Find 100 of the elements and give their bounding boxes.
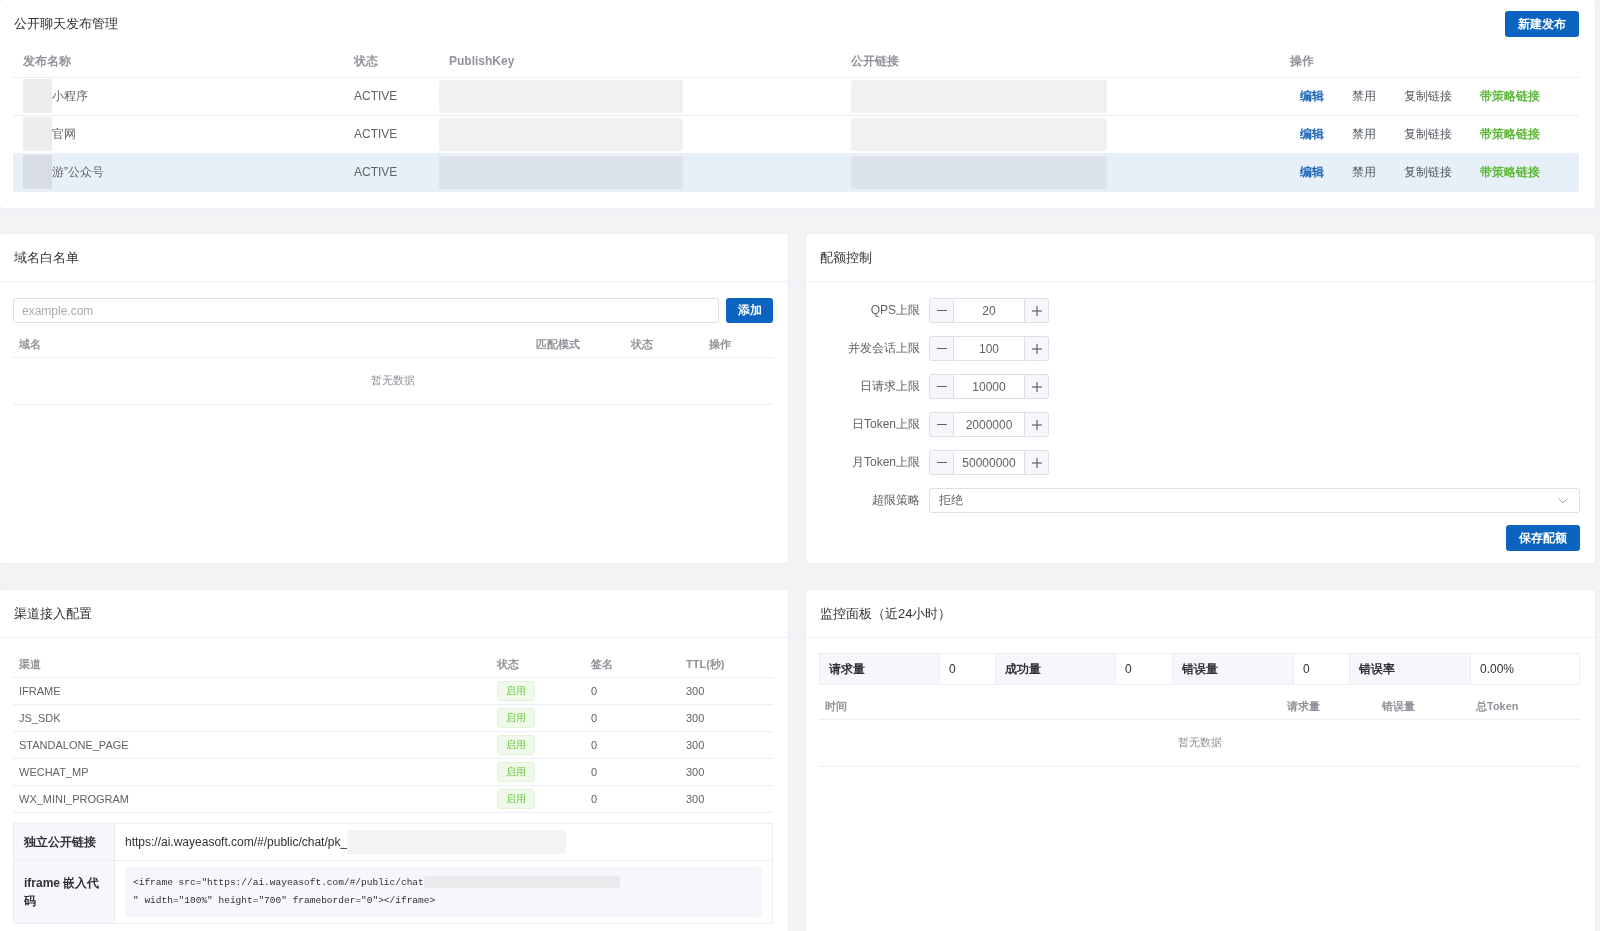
column-header: 渠道: [13, 653, 491, 677]
status-tag: 启用: [497, 680, 535, 701]
minus-icon: [936, 423, 947, 426]
column-header: 总Token: [1470, 695, 1580, 719]
action-link[interactable]: 禁用: [1352, 125, 1376, 143]
field-label: QPS上限: [869, 302, 920, 319]
table-row[interactable]: 游”公众号 ACTIVE 编辑 禁用 复制链接 带策略链接: [13, 153, 1579, 191]
number-field[interactable]: 2000000: [954, 412, 1024, 437]
publish-name: 游”公众号: [52, 163, 104, 181]
column-header: 错误量: [1376, 695, 1470, 719]
action-link[interactable]: 复制链接: [1404, 163, 1452, 181]
policy-select[interactable]: 拒绝: [929, 488, 1580, 513]
panel-title: 渠道接入配置: [14, 604, 92, 623]
action-link[interactable]: 复制链接: [1404, 87, 1452, 105]
channel-name: WECHAT_MP: [19, 765, 89, 778]
signature-count: 0: [591, 765, 598, 778]
minus-icon: [936, 309, 947, 312]
action-link[interactable]: 编辑: [1300, 87, 1324, 105]
code-text: <iframe src="https://ai.wayeasoft.com/#/public/chat: [133, 876, 424, 888]
plus-icon: [1031, 419, 1042, 430]
field-label: 日Token上限: [850, 416, 920, 433]
ttl-value: 300: [686, 738, 705, 751]
column-header: 发布名称: [13, 46, 344, 77]
signature-count: 0: [591, 711, 598, 724]
status-tag: 启用: [497, 788, 535, 809]
minus-icon: [936, 347, 947, 350]
action-link[interactable]: 禁用: [1352, 163, 1376, 181]
ttl-value: 300: [686, 684, 705, 697]
number-field[interactable]: 20: [954, 298, 1024, 323]
column-header: 请求量: [1281, 695, 1376, 719]
status-tag: 启用: [497, 761, 535, 782]
action-link[interactable]: 编辑: [1300, 125, 1324, 143]
panel-title: 公开聊天发布管理: [14, 15, 118, 33]
add-button[interactable]: 添加: [726, 298, 773, 323]
plus-icon: [1031, 305, 1042, 316]
increment-button[interactable]: [1024, 374, 1049, 399]
action-link[interactable]: 禁用: [1352, 87, 1376, 105]
number-field[interactable]: 100: [954, 336, 1024, 361]
chevron-down-icon: [1558, 497, 1568, 504]
stat-label: 请求量: [819, 653, 940, 685]
channel-name: WX_MINI_PROGRAM: [19, 792, 129, 805]
field-label: 月Token上限: [850, 454, 920, 471]
plus-icon: [1031, 381, 1042, 392]
panel-title: 域名白名单: [14, 248, 79, 267]
plus-icon: [1031, 457, 1042, 468]
column-header: 时间: [819, 695, 1281, 719]
status-tag: 启用: [497, 707, 535, 728]
panel-title: 监控面板（近24小时）: [820, 604, 952, 623]
plus-icon: [1031, 343, 1042, 354]
publish-name: 官网: [52, 125, 76, 143]
code-text: " width="100%" height="700" frameborder="0"></iframe>: [133, 894, 436, 906]
domain-input[interactable]: example.com: [13, 298, 719, 323]
field-label: 日请求上限: [859, 378, 920, 395]
column-header: 域名: [13, 333, 530, 357]
status-text: ACTIVE: [354, 89, 398, 103]
table-row[interactable]: 小程序 ACTIVE 编辑 禁用 复制链接 带策略链接: [13, 77, 1579, 115]
ttl-value: 300: [686, 765, 705, 778]
column-header: 状态: [625, 333, 703, 357]
new-publish-button[interactable]: 新建发布: [1505, 11, 1579, 37]
column-header: 状态: [344, 46, 439, 77]
channel-name: JS_SDK: [19, 711, 61, 724]
signature-count: 0: [591, 684, 598, 697]
column-header: 公开链接: [841, 46, 1280, 77]
action-link[interactable]: 复制链接: [1404, 125, 1452, 143]
column-header: TTL(秒): [680, 653, 773, 677]
select-value: 拒绝: [939, 492, 963, 509]
increment-button[interactable]: [1024, 336, 1049, 361]
column-header: 签名: [585, 653, 680, 677]
column-header: PublishKey: [439, 46, 841, 77]
minus-icon: [936, 385, 947, 388]
column-header: 操作: [703, 333, 773, 357]
field-label: 并发会话上限: [847, 340, 920, 357]
signature-count: 0: [591, 792, 598, 805]
public-link-text: https://ai.wayeasoft.com/#/public/chat/pk_: [125, 834, 348, 849]
publish-name: 小程序: [52, 87, 88, 105]
channel-name: IFRAME: [19, 684, 61, 697]
ttl-value: 300: [686, 792, 705, 805]
column-header: 操作: [1280, 46, 1579, 77]
stat-label: 错误量: [1172, 653, 1294, 685]
stat-value: 0.00%: [1470, 653, 1580, 685]
increment-button[interactable]: [1024, 450, 1049, 475]
field-label: 超限策略: [871, 492, 920, 509]
stat-value: 0: [1115, 653, 1173, 685]
status-text: ACTIVE: [354, 127, 398, 141]
table-row[interactable]: 官网 ACTIVE 编辑 禁用 复制链接 带策略链接: [13, 115, 1579, 153]
stat-value: 0: [939, 653, 996, 685]
channel-name: STANDALONE_PAGE: [19, 738, 129, 751]
detail-label: iframe 嵌入代码: [13, 860, 115, 923]
number-field[interactable]: 10000: [954, 374, 1024, 399]
increment-button[interactable]: [1024, 412, 1049, 437]
action-link[interactable]: 编辑: [1300, 163, 1324, 181]
column-header: 状态: [491, 653, 585, 677]
panel-title: 配额控制: [820, 248, 872, 267]
empty-text: 暂无数据: [371, 374, 415, 386]
save-button[interactable]: 保存配额: [1506, 525, 1580, 551]
stat-label: 错误率: [1349, 653, 1471, 685]
increment-button[interactable]: [1024, 298, 1049, 323]
status-text: ACTIVE: [354, 165, 398, 179]
number-field[interactable]: 50000000: [954, 450, 1024, 475]
status-tag: 启用: [497, 734, 535, 755]
